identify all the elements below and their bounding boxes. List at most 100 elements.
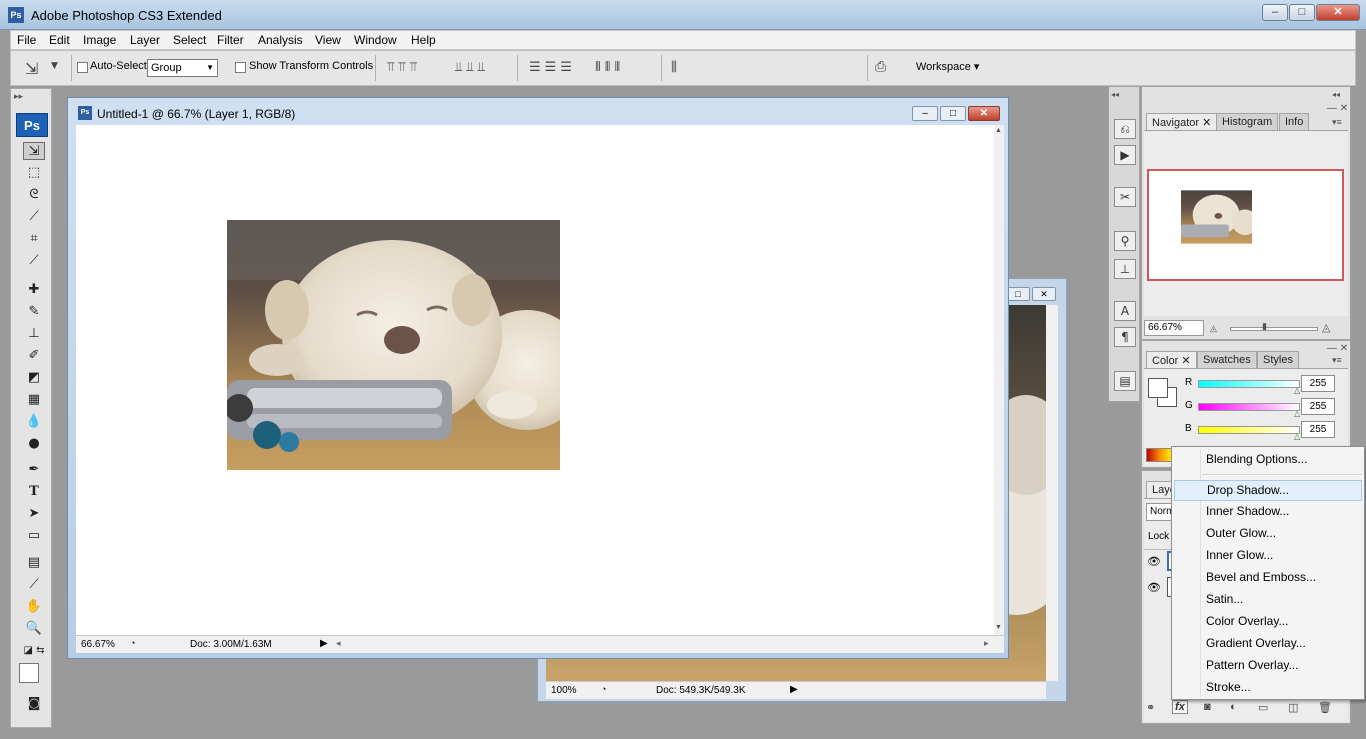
visibility-eye-icon[interactable]: 👁: [1147, 581, 1161, 594]
menu-view[interactable]: View: [315, 33, 341, 47]
menu-help[interactable]: Help: [411, 33, 436, 47]
menu-item-color-overlay[interactable]: Color Overlay...: [1174, 612, 1362, 633]
info-icon[interactable]: ◔: [130, 638, 135, 648]
history-brush-tool-icon[interactable]: ✐: [23, 347, 45, 365]
history-panel-icon[interactable]: ⎌: [1114, 119, 1136, 139]
status-menu-arrow-icon[interactable]: ▶: [790, 684, 798, 695]
menu-item-bevel-and-emboss[interactable]: Bevel and Emboss...: [1174, 568, 1362, 589]
slice-tool-icon[interactable]: ⟋: [23, 252, 45, 270]
menu-item-drop-shadow[interactable]: Drop Shadow...: [1174, 480, 1362, 501]
zoom-in-icon[interactable]: ◬: [1322, 321, 1330, 334]
channel-b-value[interactable]: 255: [1301, 421, 1335, 438]
channel-r-slider[interactable]: [1198, 380, 1300, 388]
close-button[interactable]: ✕: [1316, 4, 1360, 21]
tab-navigator[interactable]: Navigator ✕: [1146, 113, 1218, 130]
healing-brush-tool-icon[interactable]: ✚: [23, 281, 45, 299]
eyedropper-tool-icon[interactable]: ⟋: [23, 576, 45, 594]
lasso-tool-icon[interactable]: ᘓ: [23, 186, 45, 204]
shape-tool-icon[interactable]: ▭: [23, 527, 45, 545]
color-ramp[interactable]: [1146, 448, 1174, 462]
panel-close-icon[interactable]: — ✕: [1327, 343, 1348, 354]
crop-tool-icon[interactable]: ⌗: [23, 230, 45, 248]
navigator-zoom-field[interactable]: 66.67%: [1144, 320, 1204, 336]
marquee-tool-icon[interactable]: ⬚: [23, 164, 45, 182]
brushes-panel-icon[interactable]: ⚲: [1114, 231, 1136, 251]
doc1-close-button[interactable]: ✕: [968, 106, 1000, 121]
doc2-zoom[interactable]: 100%: [551, 685, 577, 696]
clone-source-icon[interactable]: ⊥: [1114, 259, 1136, 279]
doc1-canvas[interactable]: [76, 125, 994, 635]
quick-selection-tool-icon[interactable]: ⟋: [23, 208, 45, 226]
paragraph-panel-icon[interactable]: ¶: [1114, 327, 1136, 347]
navigator-proxy-view[interactable]: [1147, 169, 1344, 281]
adjustment-layer-icon[interactable]: ◐: [1230, 701, 1237, 713]
menu-file[interactable]: File: [17, 33, 36, 47]
menu-item-inner-glow[interactable]: Inner Glow...: [1174, 546, 1362, 567]
quick-mask-icon[interactable]: ◙: [23, 695, 45, 713]
menu-select[interactable]: Select: [173, 33, 206, 47]
panel-menu-icon[interactable]: ▾≡: [1332, 355, 1342, 366]
eraser-tool-icon[interactable]: ◩: [23, 369, 45, 387]
doc1-vertical-scrollbar[interactable]: ▲ ▼: [994, 125, 1004, 635]
doc1-maximize-button[interactable]: □: [940, 106, 966, 121]
show-transform-checkbox[interactable]: [235, 62, 246, 73]
actions-panel-icon[interactable]: ▶: [1114, 145, 1136, 165]
channel-b-slider[interactable]: [1198, 426, 1300, 434]
slider-thumb[interactable]: ▮: [1262, 321, 1267, 332]
menu-item-stroke[interactable]: Stroke...: [1174, 678, 1362, 699]
channel-g-value[interactable]: 255: [1301, 398, 1335, 415]
type-tool-icon[interactable]: T: [23, 483, 45, 501]
tab-histogram[interactable]: Histogram: [1216, 113, 1279, 130]
doc2-close-button[interactable]: ✕: [1032, 287, 1056, 301]
character-panel-icon[interactable]: A: [1114, 301, 1136, 321]
slider-triangle-icon[interactable]: △: [1294, 386, 1300, 395]
document-window-1[interactable]: Ps Untitled-1 @ 66.7% (Layer 1, RGB/8) –…: [67, 97, 1009, 659]
blur-tool-icon[interactable]: 💧: [23, 413, 45, 431]
panel-menu-icon[interactable]: ▾≡: [1332, 117, 1342, 128]
foreground-color-chip[interactable]: [1148, 378, 1168, 398]
menu-item-satin[interactable]: Satin...: [1174, 590, 1362, 611]
doc1-minimize-button[interactable]: –: [912, 106, 938, 121]
tab-info[interactable]: Info: [1279, 113, 1310, 130]
tab-color[interactable]: Color ✕: [1146, 351, 1197, 368]
layer-comps-icon[interactable]: ▤: [1114, 371, 1136, 391]
auto-select-dropdown[interactable]: Group ▼: [147, 59, 218, 77]
navigator-zoom-slider[interactable]: [1230, 327, 1318, 331]
channel-g-slider[interactable]: [1198, 403, 1300, 411]
new-layer-icon[interactable]: ◫: [1288, 701, 1298, 714]
minimize-button[interactable]: –: [1262, 4, 1288, 21]
doc2-vertical-scrollbar[interactable]: [1046, 305, 1058, 681]
info-icon[interactable]: ◔: [601, 684, 606, 694]
zoom-tool-icon[interactable]: 🔍: [23, 620, 45, 638]
status-menu-arrow-icon[interactable]: ▶: [320, 638, 328, 649]
dodge-tool-icon[interactable]: ●: [23, 435, 45, 453]
scroll-right-icon[interactable]: ▸: [984, 638, 989, 649]
menu-analysis[interactable]: Analysis: [258, 33, 303, 47]
menu-edit[interactable]: Edit: [49, 33, 70, 47]
link-layers-icon[interactable]: ⚭: [1146, 701, 1155, 714]
pen-tool-icon[interactable]: ✒: [23, 461, 45, 479]
menu-item-inner-shadow[interactable]: Inner Shadow...: [1174, 502, 1362, 523]
move-tool-icon[interactable]: ⇲: [23, 142, 45, 160]
slider-triangle-icon[interactable]: △: [1294, 409, 1300, 418]
menu-item-gradient-overlay[interactable]: Gradient Overlay...: [1174, 634, 1362, 655]
auto-select-checkbox[interactable]: [77, 62, 88, 73]
align-horizontal-icons[interactable]: ⫫⫫⫫: [455, 60, 489, 75]
gradient-tool-icon[interactable]: ▦: [23, 391, 45, 409]
menu-filter[interactable]: Filter: [217, 33, 244, 47]
chevron-down-icon[interactable]: ▼: [51, 61, 58, 71]
path-selection-tool-icon[interactable]: ➤: [23, 505, 45, 523]
add-mask-icon[interactable]: ◙: [1204, 701, 1211, 713]
collapse-icon[interactable]: ◂◂: [1332, 90, 1340, 99]
puppy-photo[interactable]: [227, 220, 560, 470]
move-tool-preset-icon[interactable]: ⇲: [25, 59, 38, 78]
zoom-out-icon[interactable]: ◬: [1210, 323, 1217, 334]
menu-image[interactable]: Image: [83, 33, 116, 47]
tool-presets-icon[interactable]: ✂: [1114, 187, 1136, 207]
align-edges-icons[interactable]: ⫪⫪⫪: [387, 60, 421, 75]
tab-styles[interactable]: Styles: [1257, 351, 1299, 368]
menu-item-outer-glow[interactable]: Outer Glow...: [1174, 524, 1362, 545]
close-icon[interactable]: ✕: [1202, 117, 1211, 129]
distribute-vertical-icons[interactable]: ☰☰☰: [529, 60, 576, 75]
swap-colors-icon[interactable]: ◪ ⇆: [23, 642, 45, 660]
